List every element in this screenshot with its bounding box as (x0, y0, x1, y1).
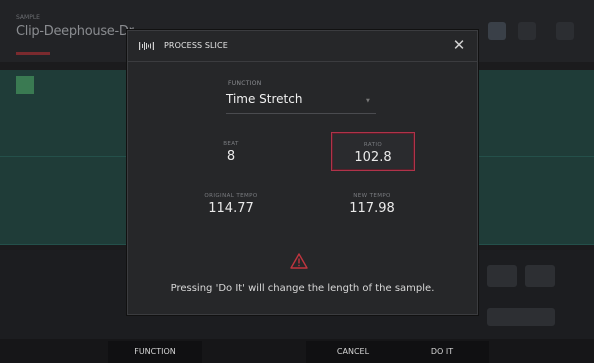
background-subtitle: SAMPLE (16, 14, 40, 21)
original-tempo-field[interactable]: ORIGINAL TEMPO 114.77 (190, 184, 272, 216)
warning-message: Pressing 'Do It' will change the length … (170, 283, 435, 294)
dialog-header: PROCESS SLICE ✕ (128, 31, 477, 62)
dialog-title: PROCESS SLICE (164, 41, 228, 50)
close-icon[interactable]: ✕ (452, 37, 466, 53)
softkey-bar (0, 339, 594, 363)
beat-value: 8 (226, 149, 236, 164)
background-button (487, 308, 555, 326)
background-button (525, 265, 555, 287)
new-tempo-label: NEW TEMPO (353, 193, 391, 199)
chevron-down-icon: ▼ (366, 98, 370, 104)
function-label: FUNCTION (228, 80, 262, 87)
beat-field[interactable]: BEAT 8 (190, 132, 272, 164)
cancel-button[interactable]: CANCEL (306, 341, 400, 363)
function-softkey[interactable]: FUNCTION (108, 341, 202, 363)
new-tempo-value: 117.98 (349, 201, 395, 216)
search-icon (488, 22, 506, 40)
function-underline (226, 113, 376, 114)
background-indicator (16, 52, 50, 55)
original-tempo-value: 114.77 (208, 201, 254, 216)
new-tempo-field[interactable]: NEW TEMPO 117.98 (331, 184, 413, 216)
ratio-value: 102.8 (354, 150, 392, 165)
warning-icon (290, 253, 308, 269)
function-select[interactable]: Time Stretch (226, 92, 302, 106)
background-track-title: Clip-Deephouse-Dr (16, 24, 134, 39)
do-it-button[interactable]: DO IT (395, 341, 489, 363)
gear-icon (556, 22, 574, 40)
waveform-icon (139, 42, 154, 50)
beat-label: BEAT (223, 141, 239, 147)
ratio-label: RATIO (363, 142, 383, 148)
ratio-field[interactable]: RATIO 102.8 (331, 132, 415, 171)
process-slice-dialog: PROCESS SLICE ✕ FUNCTION Time Stretch ▼ … (127, 30, 478, 315)
slice-marker (16, 76, 34, 94)
original-tempo-label: ORIGINAL TEMPO (204, 193, 258, 199)
grid-icon (518, 22, 536, 40)
background-button (487, 265, 517, 287)
